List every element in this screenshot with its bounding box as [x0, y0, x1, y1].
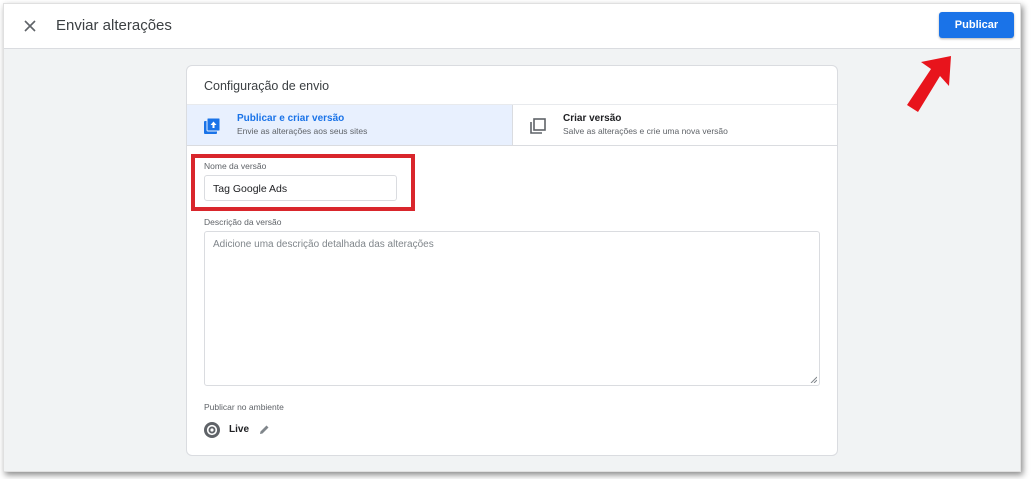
close-icon	[24, 20, 36, 32]
divider	[187, 145, 837, 146]
page-title: Enviar alterações	[56, 17, 172, 34]
publish-button[interactable]: Publicar	[939, 12, 1014, 38]
environment-label: Publicar no ambiente	[204, 402, 284, 412]
environment-icon	[204, 422, 220, 438]
red-arrow-annotation	[907, 56, 951, 112]
option-description: Envie as alterações aos seus sites	[237, 126, 368, 136]
option-publish-and-create-version[interactable]: Publicar e criar versão Envie as alteraç…	[187, 105, 512, 145]
copy-version-icon	[530, 118, 546, 134]
submission-card: Configuração de envio Publicar e criar v…	[186, 65, 838, 456]
card-title: Configuração de envio	[204, 79, 330, 93]
version-description-label: Descrição da versão	[204, 217, 282, 227]
publish-upload-icon	[204, 117, 221, 134]
highlight-box-annotation	[191, 154, 415, 211]
option-create-version[interactable]: Criar versão Salve as alterações e crie …	[512, 105, 837, 145]
version-description-textarea[interactable]: Adicione uma descrição detalhada das alt…	[204, 231, 820, 386]
environment-name: Live	[229, 424, 250, 435]
option-label: Criar versão	[563, 113, 622, 124]
option-description: Salve as alterações e crie uma nova vers…	[563, 126, 728, 136]
close-button[interactable]	[19, 15, 41, 37]
resize-handle-icon[interactable]	[810, 376, 817, 383]
top-bar: Enviar alterações Publicar	[4, 4, 1020, 49]
dialog-window: Enviar alterações Publicar Configuração …	[3, 3, 1021, 472]
option-label: Publicar e criar versão	[237, 113, 345, 124]
version-description-placeholder: Adicione uma descrição detalhada das alt…	[213, 239, 434, 250]
edit-pencil-icon[interactable]	[259, 424, 270, 435]
